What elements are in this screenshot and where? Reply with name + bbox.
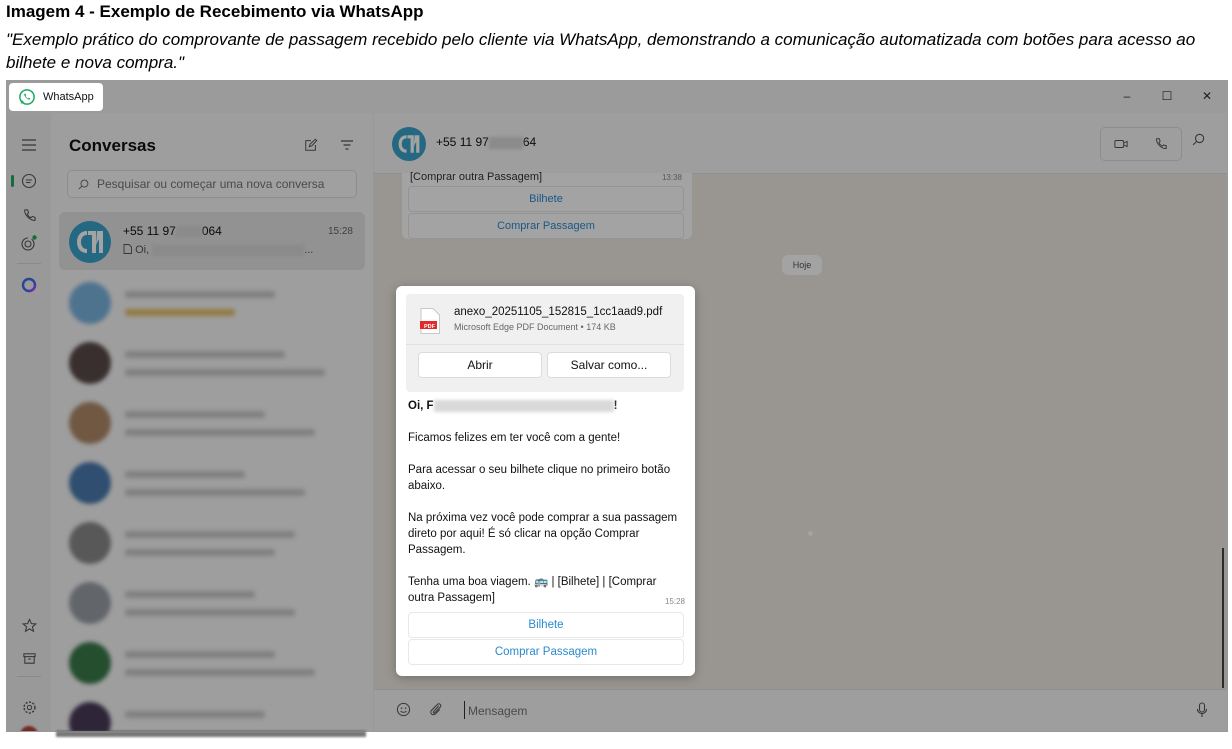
whatsapp-logo-icon [19,89,35,105]
attachment-meta: Microsoft Edge PDF Document • 174 KB [454,322,616,332]
message-line-2: Para acessar o seu bilhete clique no pri… [408,464,671,492]
message-greeting: Oi, F! [408,399,618,412]
comprar-passagem-button[interactable]: Comprar Passagem [408,639,684,665]
app-name: WhatsApp [43,91,94,103]
blurred-bottom-bar [56,731,366,737]
bilhete-button[interactable]: Bilhete [408,612,684,638]
attachment-divider [406,344,684,345]
message-line-1: Ficamos felizes em ter você com a gente! [408,432,621,444]
open-button[interactable]: Abrir [418,352,542,378]
message-line-4: Tenha uma boa viagem. 🚌 | [Bilhete] | [C… [408,576,657,604]
pdf-attachment-card[interactable]: PDF anexo_20251105_152815_1cc1aad9.pdf M… [406,294,684,392]
attachment-filename: anexo_20251105_152815_1cc1aad9.pdf [454,306,663,318]
message-body: Oi, F! Ficamos felizes em ter você com a… [408,398,678,606]
save-as-button[interactable]: Salvar como... [547,352,671,378]
message-line-3: Na próxima vez você pode comprar a sua p… [408,512,678,556]
app-title-tab: WhatsApp [9,83,103,111]
highlighted-message-bubble: PDF anexo_20251105_152815_1cc1aad9.pdf M… [396,286,695,676]
pdf-icon-label: PDF [424,324,435,330]
document-title: Imagem 4 - Exemplo de Recebimento via Wh… [6,2,424,21]
message-time: 15:28 [664,597,685,606]
document-caption: "Exemplo prático do comprovante de passa… [6,30,1196,72]
